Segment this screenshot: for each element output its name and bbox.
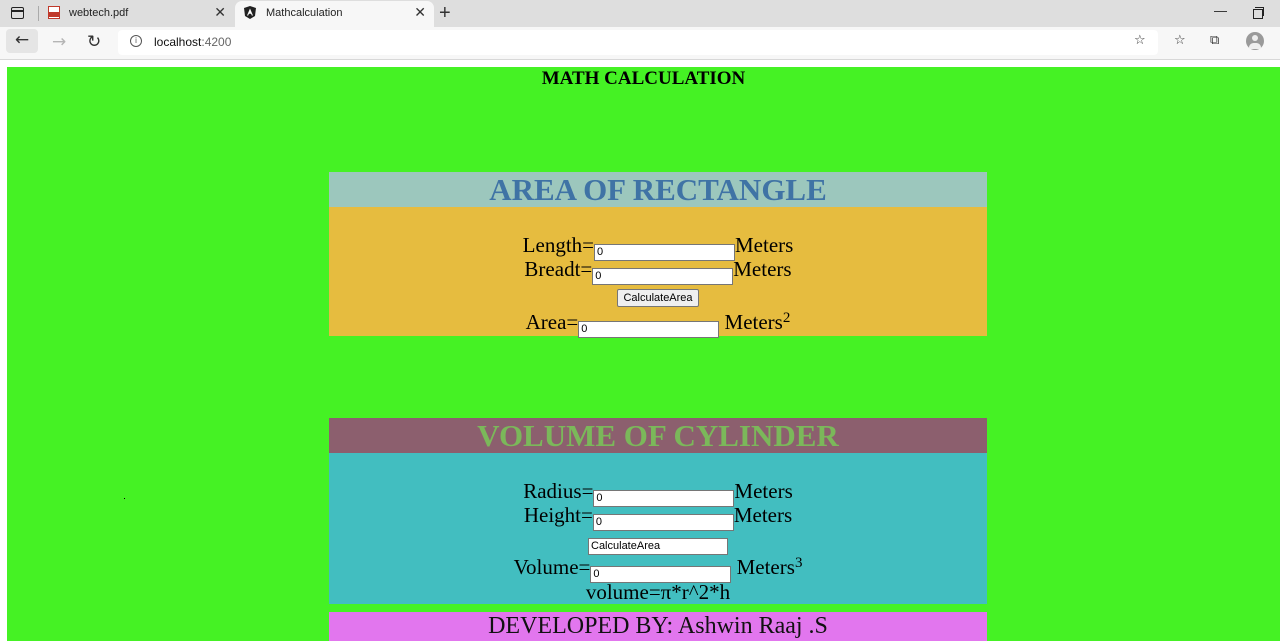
rectangle-body: Length= Meters Breadt= Meters CalculateAre…: [329, 207, 987, 338]
cylinder-section: VOLUME OF CYLINDER Radius= Meters Height=…: [329, 418, 987, 604]
radius-label: Radius=: [523, 479, 594, 503]
page-viewport: MATH CALCULATION AREA OF RECTANGLE Lengt…: [7, 67, 1280, 641]
radius-unit: Meters: [734, 479, 793, 503]
volume-exponent: 3: [794, 555, 803, 571]
footer-credit: DEVELOPED BY: Ashwin Raaj .S: [329, 612, 987, 641]
rectangle-heading: AREA OF RECTANGLE: [329, 172, 987, 207]
formula-row: volume=π*r^2*h: [329, 580, 987, 604]
stray-dot: [124, 498, 125, 499]
add-favorite-icon[interactable]: ☆: [1134, 33, 1146, 48]
calc-area-row: CalculateArea: [329, 285, 987, 307]
volume-unit: Meters: [736, 555, 795, 579]
back-arrow-icon[interactable]: ←: [6, 29, 38, 53]
browser-toolbar: ← → ↻ i localhost:4200 ☆ ☆ ⧉: [0, 27, 1280, 60]
favorites-icon[interactable]: ☆: [1174, 33, 1186, 48]
tab-title: Mathcalculation: [266, 7, 343, 19]
calculate-volume-button[interactable]: CalculateArea: [588, 537, 728, 555]
new-tab-button[interactable]: +: [439, 1, 451, 25]
calc-volume-row: CalculateArea: [329, 533, 987, 555]
tab-title: webtech.pdf: [69, 7, 129, 19]
url-text: localhost:4200: [154, 35, 232, 49]
minimize-button[interactable]: —: [1214, 3, 1227, 18]
breadth-unit: Meters: [733, 257, 792, 281]
area-row: Area= Meters2: [329, 310, 987, 338]
collections-icon[interactable]: ⧉: [1210, 33, 1219, 48]
breadth-label: Breadt=: [524, 257, 593, 281]
area-exponent: 2: [782, 310, 791, 326]
height-unit: Meters: [733, 503, 793, 527]
length-label: Length=: [522, 233, 594, 257]
reload-icon[interactable]: ↻: [87, 31, 101, 53]
browser-tabstrip: webtech.pdf ✕ Mathcalculation ✕ + —: [0, 0, 1280, 27]
tab-mathcalculation[interactable]: Mathcalculation ✕: [235, 1, 434, 27]
breadth-input[interactable]: [592, 267, 734, 285]
area-unit: Meters: [724, 310, 783, 334]
forward-arrow-icon[interactable]: →: [52, 31, 66, 53]
close-icon[interactable]: ✕: [214, 4, 226, 21]
cylinder-body: Radius= Meters Height= Meters CalculateAre…: [329, 453, 987, 604]
restore-button[interactable]: [1253, 7, 1264, 19]
length-unit: Meters: [735, 233, 794, 257]
tab-separator: [38, 6, 39, 21]
volume-formula: volume=π*r^2*h: [585, 580, 731, 604]
tab-webtech-pdf[interactable]: webtech.pdf ✕: [40, 1, 234, 27]
height-row: Height= Meters: [329, 503, 987, 531]
area-label: Area=: [525, 310, 579, 334]
cylinder-heading: VOLUME OF CYLINDER: [329, 418, 987, 453]
calculate-area-button[interactable]: CalculateArea: [617, 289, 699, 307]
area-output[interactable]: [578, 320, 720, 338]
page-title: MATH CALCULATION: [541, 68, 746, 89]
profile-avatar-icon[interactable]: [1246, 32, 1264, 50]
angular-icon: [244, 6, 256, 19]
tab-actions-icon[interactable]: [11, 7, 24, 19]
close-icon[interactable]: ✕: [414, 4, 426, 21]
breadth-row: Breadt= Meters: [329, 257, 987, 285]
address-bar[interactable]: i localhost:4200: [118, 30, 1158, 55]
info-icon[interactable]: i: [130, 35, 142, 47]
pdf-icon: [48, 6, 60, 19]
height-label: Height=: [523, 503, 593, 527]
height-input[interactable]: [592, 513, 734, 531]
volume-row: Volume= Meters3: [329, 555, 987, 583]
rectangle-section: AREA OF RECTANGLE Length= Meters Breadt= M…: [329, 172, 987, 338]
volume-label: Volume=: [513, 555, 591, 579]
